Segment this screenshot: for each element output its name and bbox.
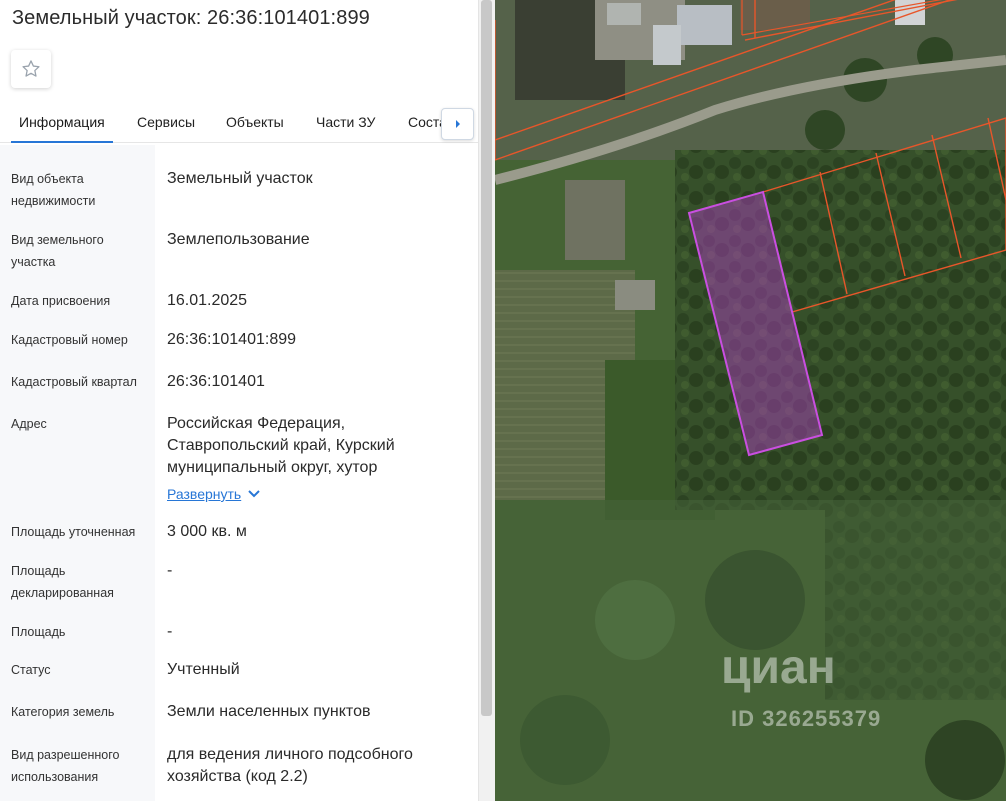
info-value: - <box>167 562 173 579</box>
info-label: Вид земельного участка <box>11 233 104 269</box>
info-value: Земли населенных пунктов <box>167 703 371 720</box>
info-value-block: Российская Федерация, Ставропольский кра… <box>167 413 457 506</box>
info-label: Категория земель <box>11 705 115 719</box>
chevron-right-icon <box>455 120 460 128</box>
info-value: 26:36:101401 <box>167 373 265 390</box>
tab-parts[interactable]: Части ЗУ <box>316 114 375 130</box>
tab-services[interactable]: Сервисы <box>137 114 195 130</box>
info-label: Дата присвоения <box>11 294 111 308</box>
info-value: Землепользование <box>167 231 310 248</box>
info-value: 3 000 кв. м <box>167 523 247 540</box>
watermark-brand: циан <box>721 641 836 694</box>
satellite-map[interactable]: циан ID 326255379 <box>495 0 1006 801</box>
info-value: для ведения личного подсобного хозяйства… <box>167 746 413 785</box>
info-value: Учтенный <box>167 661 240 678</box>
expand-link-label: Развернуть <box>167 486 242 502</box>
star-outline-icon <box>22 60 40 77</box>
expand-address-link[interactable]: Развернуть <box>167 483 261 505</box>
info-label: Вид разрешенного использования <box>11 748 120 784</box>
info-panel: Земельный участок: 26:36:101401:899 Инфо… <box>0 0 478 801</box>
info-label: Вид объекта недвижимости <box>11 172 96 208</box>
address-text: Российская Федерация, Ставропольский кра… <box>167 415 395 476</box>
info-label: Площадь декларированная <box>11 564 114 600</box>
info-label: Площадь уточненная <box>11 525 136 539</box>
info-label: Статус <box>11 663 51 677</box>
next-tab-button[interactable] <box>441 108 474 140</box>
favorite-button[interactable] <box>11 50 51 88</box>
info-label: Адрес <box>11 417 47 431</box>
tab-information[interactable]: Информация <box>19 114 105 130</box>
watermark-id: ID 326255379 <box>731 706 882 731</box>
active-tab-indicator <box>11 141 113 143</box>
info-label: Кадастровый квартал <box>11 375 137 389</box>
info-value: Земельный участок <box>167 170 313 187</box>
page-title: Земельный участок: 26:36:101401:899 <box>12 7 370 29</box>
scrollbar-thumb[interactable] <box>481 0 492 716</box>
info-label: Кадастровый номер <box>11 333 128 347</box>
chevron-down-icon <box>248 490 260 498</box>
tab-objects[interactable]: Объекты <box>226 114 284 130</box>
info-label: Площадь <box>11 625 66 639</box>
tab-bar: Информация Сервисы Объекты Части ЗУ Сост… <box>0 103 478 143</box>
info-value: 26:36:101401:899 <box>167 331 297 348</box>
info-value: - <box>167 623 173 640</box>
info-value: 16.01.2025 <box>167 292 248 309</box>
